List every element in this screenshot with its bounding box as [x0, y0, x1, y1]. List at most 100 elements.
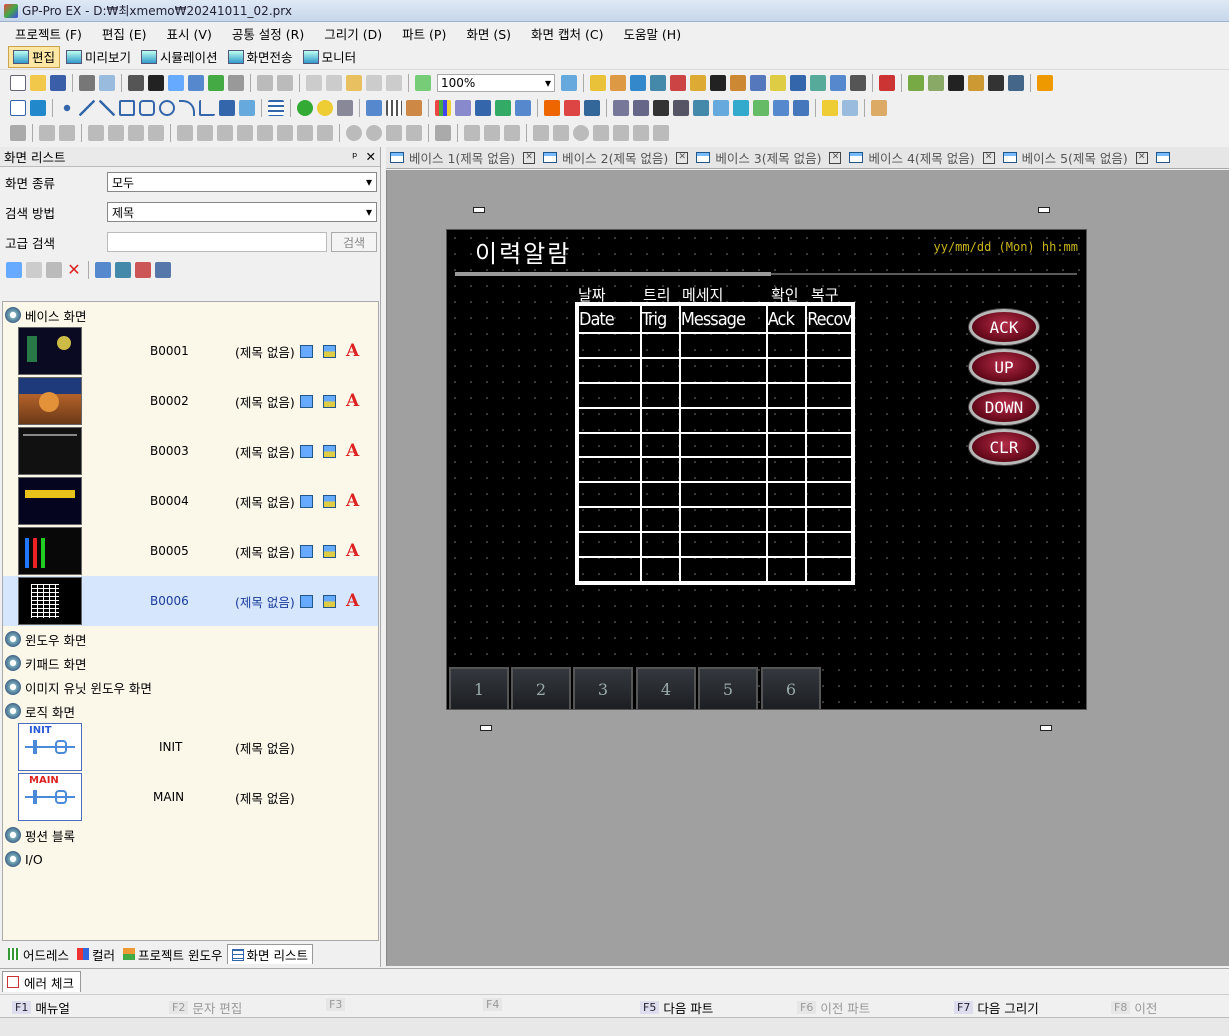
system-settings-icon[interactable] [908, 75, 924, 91]
image-icon[interactable] [790, 75, 806, 91]
polygon-icon[interactable] [139, 100, 155, 116]
display-icon[interactable] [1008, 75, 1024, 91]
align-right-icon[interactable] [217, 125, 233, 141]
send-back-icon[interactable] [108, 125, 124, 141]
screen-row[interactable]: B0001 (제목 없음) A [3, 326, 378, 376]
ladder-a-icon[interactable] [533, 125, 549, 141]
data-display-icon[interactable] [337, 100, 353, 116]
screen-window-icon[interactable] [323, 394, 336, 408]
menu-project[interactable]: 프로젝트 (F) [8, 24, 89, 43]
tree-logic-screens[interactable]: 로직 화면 [3, 700, 75, 722]
nav-button-2[interactable]: 2 [511, 667, 571, 709]
screen-layers-icon[interactable] [155, 262, 171, 278]
search-button[interactable]: 검색 [331, 232, 377, 252]
table-icon[interactable] [268, 100, 284, 116]
mode-simulation-button[interactable]: 시뮬레이션 [137, 46, 222, 68]
close-screen-icon[interactable] [228, 75, 244, 91]
lock-icon[interactable] [435, 125, 451, 141]
resize-handle[interactable] [1038, 207, 1050, 213]
numeric-icon[interactable] [366, 100, 382, 116]
tab-screen-list[interactable]: 화면 리스트 [226, 944, 313, 964]
screen-icon[interactable] [300, 444, 313, 458]
coil-icon[interactable] [573, 125, 589, 141]
align-left-icon[interactable] [177, 125, 193, 141]
window-part-icon[interactable] [564, 100, 580, 116]
down-button[interactable]: DOWN [969, 389, 1039, 425]
data-sampling-icon[interactable] [650, 75, 666, 91]
sound-icon[interactable] [770, 75, 786, 91]
screen-display-icon[interactable] [115, 262, 131, 278]
search-input[interactable] [107, 232, 327, 252]
alarm-part-icon[interactable] [544, 100, 560, 116]
eraser-icon[interactable] [871, 100, 887, 116]
bring-front-icon[interactable] [88, 125, 104, 141]
screen-window-icon[interactable] [323, 444, 336, 458]
camera-icon[interactable] [148, 75, 164, 91]
close-icon[interactable]: ✕ [366, 149, 376, 164]
screen-color-icon[interactable] [135, 262, 151, 278]
tree-function-blocks[interactable]: 펑션 블록 [3, 824, 75, 846]
screen-row[interactable]: B0003 (제목 없음) A [3, 426, 378, 476]
cut-icon[interactable] [306, 75, 322, 91]
nav-button-3[interactable]: 3 [573, 667, 633, 709]
menu-screen-capture[interactable]: 화면 캡처 (C) [524, 24, 610, 43]
menu-edit[interactable]: 편집 (E) [95, 24, 154, 43]
dot-icon[interactable] [63, 104, 71, 112]
screen-row[interactable]: B0002 (제목 없음) A [3, 376, 378, 426]
line-graph-icon[interactable] [455, 100, 471, 116]
copy-icon[interactable] [326, 75, 342, 91]
tab-base-3[interactable]: 베이스 3(제목 없음) ✕ [692, 148, 845, 167]
tree-io[interactable]: I/O [3, 848, 43, 870]
tab-base-1[interactable]: 베이스 1(제목 없음) ✕ [386, 148, 539, 167]
grid-snap-icon[interactable] [464, 125, 480, 141]
tab-base-4[interactable]: 베이스 4(제목 없음) ✕ [845, 148, 998, 167]
device-icon[interactable] [968, 75, 984, 91]
delete-screen-icon[interactable]: ✕ [66, 262, 82, 278]
recipe-part-icon[interactable] [793, 100, 809, 116]
ladder-d-icon[interactable] [613, 125, 629, 141]
resize-handle[interactable] [1040, 725, 1052, 731]
nav-button-1[interactable]: 1 [449, 667, 509, 709]
group-icon[interactable] [10, 125, 26, 141]
close-icon[interactable]: ✕ [676, 151, 689, 164]
screen-window-icon[interactable] [323, 494, 336, 508]
search-method-select[interactable]: 제목 ▾ [107, 202, 377, 222]
screen-properties-icon[interactable] [95, 262, 111, 278]
delete-icon[interactable] [386, 75, 402, 91]
text-icon[interactable]: A [346, 391, 359, 411]
timer-icon[interactable] [750, 75, 766, 91]
fkey-f2[interactable]: F2 문자 편집 [169, 998, 242, 1017]
screen-icon[interactable] [300, 394, 313, 408]
fkey-f5[interactable]: F5 다음 파트 [640, 998, 713, 1017]
keypad-icon[interactable] [613, 100, 629, 116]
screen-row-selected[interactable]: B0006 (제목 없음) A [3, 576, 378, 626]
ack-button[interactable]: ACK [969, 309, 1039, 345]
pin-icon[interactable]: ᵖ [352, 149, 357, 164]
frame-icon[interactable] [504, 125, 520, 141]
mode-monitor-button[interactable]: 모니터 [299, 46, 361, 68]
screen-icon[interactable] [300, 544, 313, 558]
ladder-c-icon[interactable] [593, 125, 609, 141]
mode-edit-button[interactable]: 편집 [8, 45, 61, 68]
error-check-icon[interactable] [415, 75, 431, 91]
tree-image-unit-screens[interactable]: 이미지 유닛 윈도우 화면 [3, 676, 152, 698]
mode-preview-button[interactable]: 미리보기 [62, 46, 135, 68]
display-part-icon[interactable] [653, 100, 669, 116]
operation-log-icon[interactable] [830, 75, 846, 91]
distribute-v-icon[interactable] [317, 125, 333, 141]
lamp-icon[interactable] [317, 100, 333, 116]
input-icon[interactable] [633, 100, 649, 116]
file-part-icon[interactable] [753, 100, 769, 116]
scatter-icon[interactable] [495, 100, 511, 116]
tab-project-window[interactable]: 프로젝트 윈도우 [119, 944, 226, 964]
picture-part-icon[interactable] [584, 100, 600, 116]
screen-row[interactable]: B0004 (제목 없음) A [3, 476, 378, 526]
text-table-icon[interactable] [630, 75, 646, 91]
camera-part-icon[interactable] [733, 100, 749, 116]
screen-type-select[interactable]: 모두 ▾ [107, 172, 377, 192]
new-screen-icon[interactable] [168, 75, 184, 91]
close-icon[interactable]: ✕ [1135, 151, 1148, 164]
text-icon[interactable]: A [346, 341, 359, 361]
polyline-icon[interactable] [99, 100, 115, 116]
ladder-e-icon[interactable] [633, 125, 649, 141]
